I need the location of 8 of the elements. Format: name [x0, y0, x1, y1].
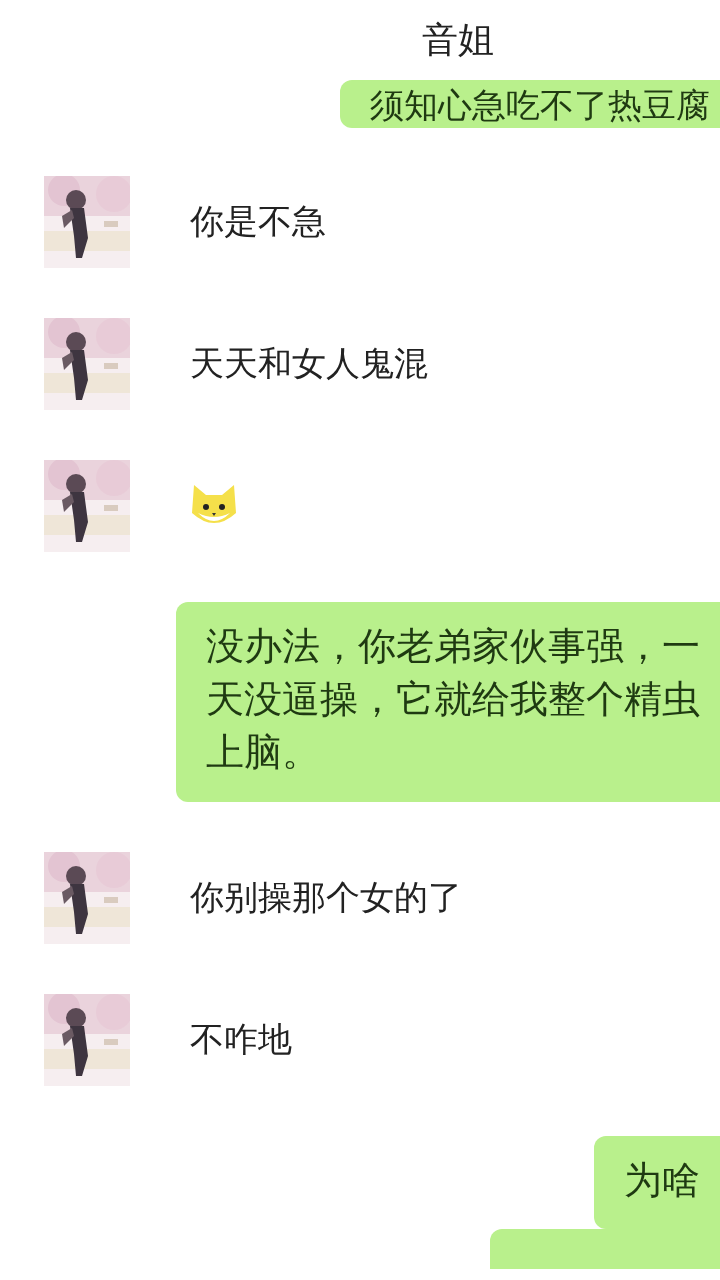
chat-title: 音姐 [422, 17, 494, 62]
message-text: 不咋地 [190, 1017, 292, 1061]
message-bubble: 须知心急吃不了热豆腐 [340, 80, 720, 128]
message-bubble: 没办法，你老弟家伙事强，一天没逼操，它就给我整个精虫上脑。 [176, 602, 720, 802]
message-text: 你别操那个女的了 [190, 875, 462, 919]
message-text: 你是不急 [190, 200, 326, 243]
message-text: 天天和女人鬼混 [190, 342, 428, 385]
message-bubble: 为啥 [594, 1135, 720, 1229]
